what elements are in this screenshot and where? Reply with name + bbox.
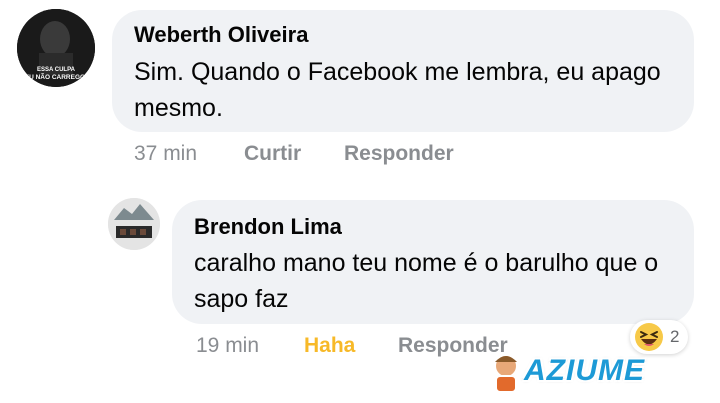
avatar-caption-line1: ESSA CULPA xyxy=(37,67,76,73)
reaction-summary[interactable]: 2 xyxy=(630,320,688,354)
comment-timestamp[interactable]: 37 min xyxy=(134,142,197,166)
avatar-caption-line2: EU NÃO CARREGO! xyxy=(25,72,87,81)
reply-timestamp[interactable]: 19 min xyxy=(196,334,259,358)
reply-text: caralho mano teu nome é o barulho que o … xyxy=(194,249,659,313)
avatar-weberth[interactable]: ESSA CULPA EU NÃO CARREGO! xyxy=(17,9,95,87)
haha-reaction-button[interactable]: Haha xyxy=(304,334,355,358)
avatar-photo xyxy=(108,198,160,250)
avatar-photo: ESSA CULPA EU NÃO CARREGO! xyxy=(17,9,95,87)
comment-author[interactable]: Weberth Oliveira xyxy=(134,22,308,48)
reaction-count: 2 xyxy=(670,327,680,346)
like-button[interactable]: Curtir xyxy=(244,142,301,166)
avatar-brendon[interactable] xyxy=(108,198,160,250)
mascot-icon xyxy=(494,354,518,393)
watermark-logo: AZIUME xyxy=(486,350,644,394)
reply-author[interactable]: Brendon Lima xyxy=(194,214,342,240)
comment-text: Sim. Quando o Facebook me lembra, eu apa… xyxy=(134,58,661,122)
reply-button[interactable]: Responder xyxy=(344,142,454,166)
watermark-text: AZIUME xyxy=(524,354,645,387)
haha-emoji-icon xyxy=(635,323,663,351)
